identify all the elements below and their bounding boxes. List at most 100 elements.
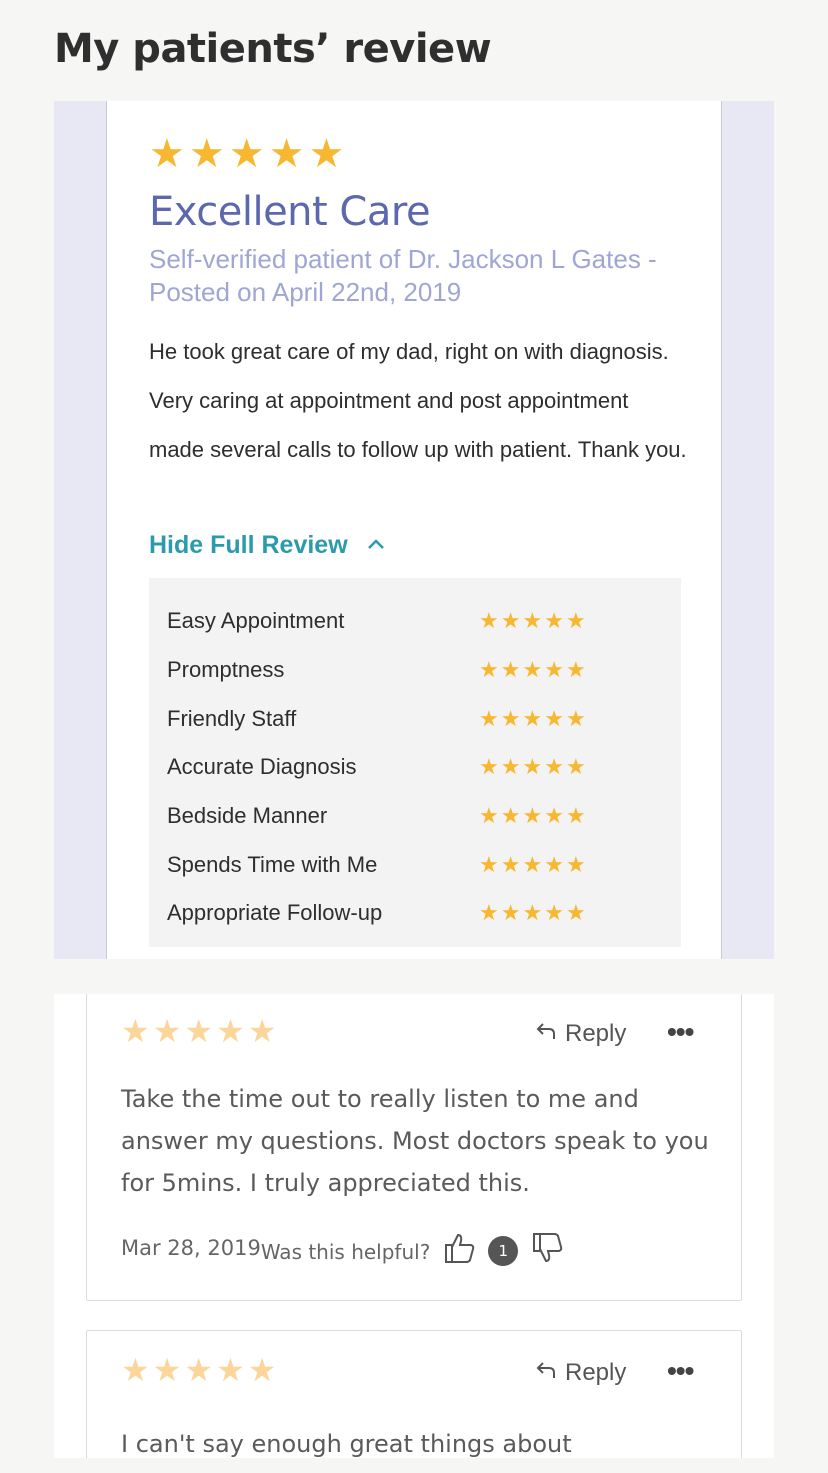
rating-row: Bedside Manner ★ ★ ★ ★ ★ — [149, 792, 681, 841]
rating-label: Promptness — [167, 657, 285, 683]
reply-button[interactable]: Reply — [535, 1359, 626, 1387]
review-card: ★ ★ ★ ★ ★ Reply ••• Take the time out to rea… — [86, 994, 742, 1301]
star-icon: ★ — [479, 657, 499, 683]
rating-stars: ★ ★ ★ ★ ★ — [479, 705, 586, 731]
review-title: Excellent Care — [149, 189, 431, 235]
star-icon: ★ — [544, 608, 564, 634]
rating-label: Accurate Diagnosis — [167, 754, 357, 780]
rating-row: Accurate Diagnosis ★ ★ ★ ★ ★ — [149, 743, 681, 792]
rating-label: Friendly Staff — [167, 705, 297, 731]
star-icon: ★ — [479, 754, 499, 780]
star-icon: ★ — [308, 132, 345, 176]
reply-label: Reply — [565, 1020, 627, 1047]
star-icon: ★ — [565, 608, 586, 634]
star-icon: ★ — [247, 1013, 277, 1049]
star-icon: ★ — [479, 608, 499, 634]
detailed-ratings: Easy Appointment ★ ★ ★ ★ ★ Promptness ★ ★ ★ ★ ★ Frie… — [149, 578, 681, 947]
star-icon: ★ — [544, 851, 564, 877]
review-body: He took great care of my dad, right on w… — [149, 339, 687, 462]
star-icon: ★ — [500, 705, 521, 731]
star-icon: ★ — [544, 900, 564, 926]
review-footer: Mar 28, 2019 Was this helpful? 1 — [121, 1226, 566, 1270]
overall-rating-stars: ★ ★ ★ ★ ★ — [149, 133, 344, 175]
star-icon: ★ — [228, 132, 265, 176]
star-icon: ★ — [500, 803, 521, 829]
star-icon: ★ — [500, 608, 521, 634]
star-icon: ★ — [522, 900, 543, 926]
rating-row: Easy Appointment ★ ★ ★ ★ ★ — [149, 597, 681, 646]
star-icon: ★ — [522, 657, 543, 683]
star-icon: ★ — [479, 705, 499, 731]
rating-label: Bedside Manner — [167, 803, 328, 829]
rating-stars: ★ ★ ★ ★ ★ — [479, 659, 586, 681]
star-icon: ★ — [565, 705, 586, 731]
review-meta: Self-verified patient of Dr. Jackson L G… — [149, 244, 657, 307]
review-text: I can't say enough great things about — [121, 1430, 572, 1458]
star-icon: ★ — [500, 754, 521, 780]
star-icon: ★ — [522, 754, 543, 780]
reply-arrow-icon — [535, 1020, 557, 1048]
review-stars: ★ ★ ★ ★ ★ — [121, 1353, 276, 1387]
hide-full-review-label: Hide Full Review — [149, 531, 348, 559]
star-icon: ★ — [121, 1013, 150, 1049]
helpful-count-badge: 1 — [488, 1236, 519, 1266]
star-icon: ★ — [565, 803, 586, 829]
featured-review-panel: ★ ★ ★ ★ ★ Excellent Care Self-verified p… — [54, 101, 774, 959]
page-title: My patients’ review — [54, 26, 492, 72]
star-icon: ★ — [268, 132, 305, 176]
rating-stars: ★ ★ ★ ★ ★ — [479, 756, 586, 778]
review-date: Mar 28, 2019 — [121, 1236, 261, 1260]
star-icon: ★ — [149, 132, 185, 176]
star-icon: ★ — [216, 1352, 245, 1388]
star-icon: ★ — [216, 1013, 245, 1049]
thumbs-up-icon[interactable] — [442, 1230, 478, 1270]
rating-row: Friendly Staff ★ ★ ★ ★ ★ — [149, 694, 681, 743]
chevron-up-icon — [366, 531, 386, 557]
rating-label: Spends Time with Me — [167, 851, 378, 877]
rating-row: Appropriate Follow-up ★ ★ ★ ★ ★ — [149, 889, 681, 938]
star-icon: ★ — [565, 754, 586, 780]
helpful-prompt: Was this helpful? — [260, 1240, 431, 1264]
reply-label: Reply — [565, 1359, 627, 1386]
more-options-icon[interactable]: ••• — [667, 1355, 694, 1387]
star-icon: ★ — [522, 608, 543, 634]
star-icon: ★ — [121, 1352, 150, 1388]
star-icon: ★ — [184, 1013, 214, 1049]
review-card: ★ ★ ★ ★ ★ Reply ••• I can't say enough great… — [86, 1330, 742, 1458]
thumbs-down-icon[interactable] — [530, 1230, 566, 1270]
more-options-icon[interactable]: ••• — [667, 1016, 694, 1048]
reply-arrow-icon — [535, 1359, 557, 1387]
star-icon: ★ — [544, 754, 564, 780]
star-icon: ★ — [500, 900, 521, 926]
rating-label: Appropriate Follow-up — [167, 900, 383, 926]
rating-stars: ★ ★ ★ ★ ★ — [479, 851, 586, 877]
rating-row: Promptness ★ ★ ★ ★ ★ — [149, 646, 681, 695]
star-icon: ★ — [522, 851, 543, 877]
reviews-list: ★ ★ ★ ★ ★ Reply ••• Take the time out to rea… — [54, 994, 774, 1458]
rating-label: Easy Appointment — [167, 608, 345, 634]
star-icon: ★ — [184, 1352, 214, 1388]
hide-full-review-button[interactable]: Hide Full Review — [149, 531, 386, 560]
rating-stars: ★ ★ ★ ★ ★ — [479, 805, 586, 827]
rating-stars: ★ ★ ★ ★ ★ — [479, 610, 586, 632]
review-text: Take the time out to really listen to me… — [121, 1085, 709, 1197]
reply-button[interactable]: Reply — [535, 1020, 626, 1048]
star-icon: ★ — [544, 803, 564, 829]
featured-review-card: ★ ★ ★ ★ ★ Excellent Care Self-verified p… — [106, 101, 722, 959]
star-icon: ★ — [544, 657, 564, 683]
star-icon: ★ — [188, 132, 225, 176]
star-icon: ★ — [479, 803, 499, 829]
star-icon: ★ — [500, 851, 521, 877]
star-icon: ★ — [565, 851, 586, 877]
star-icon: ★ — [247, 1352, 277, 1388]
star-icon: ★ — [544, 705, 564, 731]
star-icon: ★ — [479, 851, 499, 877]
star-icon: ★ — [565, 900, 586, 926]
star-icon: ★ — [500, 657, 521, 683]
star-icon: ★ — [522, 803, 543, 829]
star-icon: ★ — [522, 705, 543, 731]
star-icon: ★ — [152, 1352, 182, 1388]
star-icon: ★ — [565, 657, 586, 683]
star-icon: ★ — [479, 900, 499, 926]
rating-stars: ★ ★ ★ ★ ★ — [479, 902, 586, 924]
